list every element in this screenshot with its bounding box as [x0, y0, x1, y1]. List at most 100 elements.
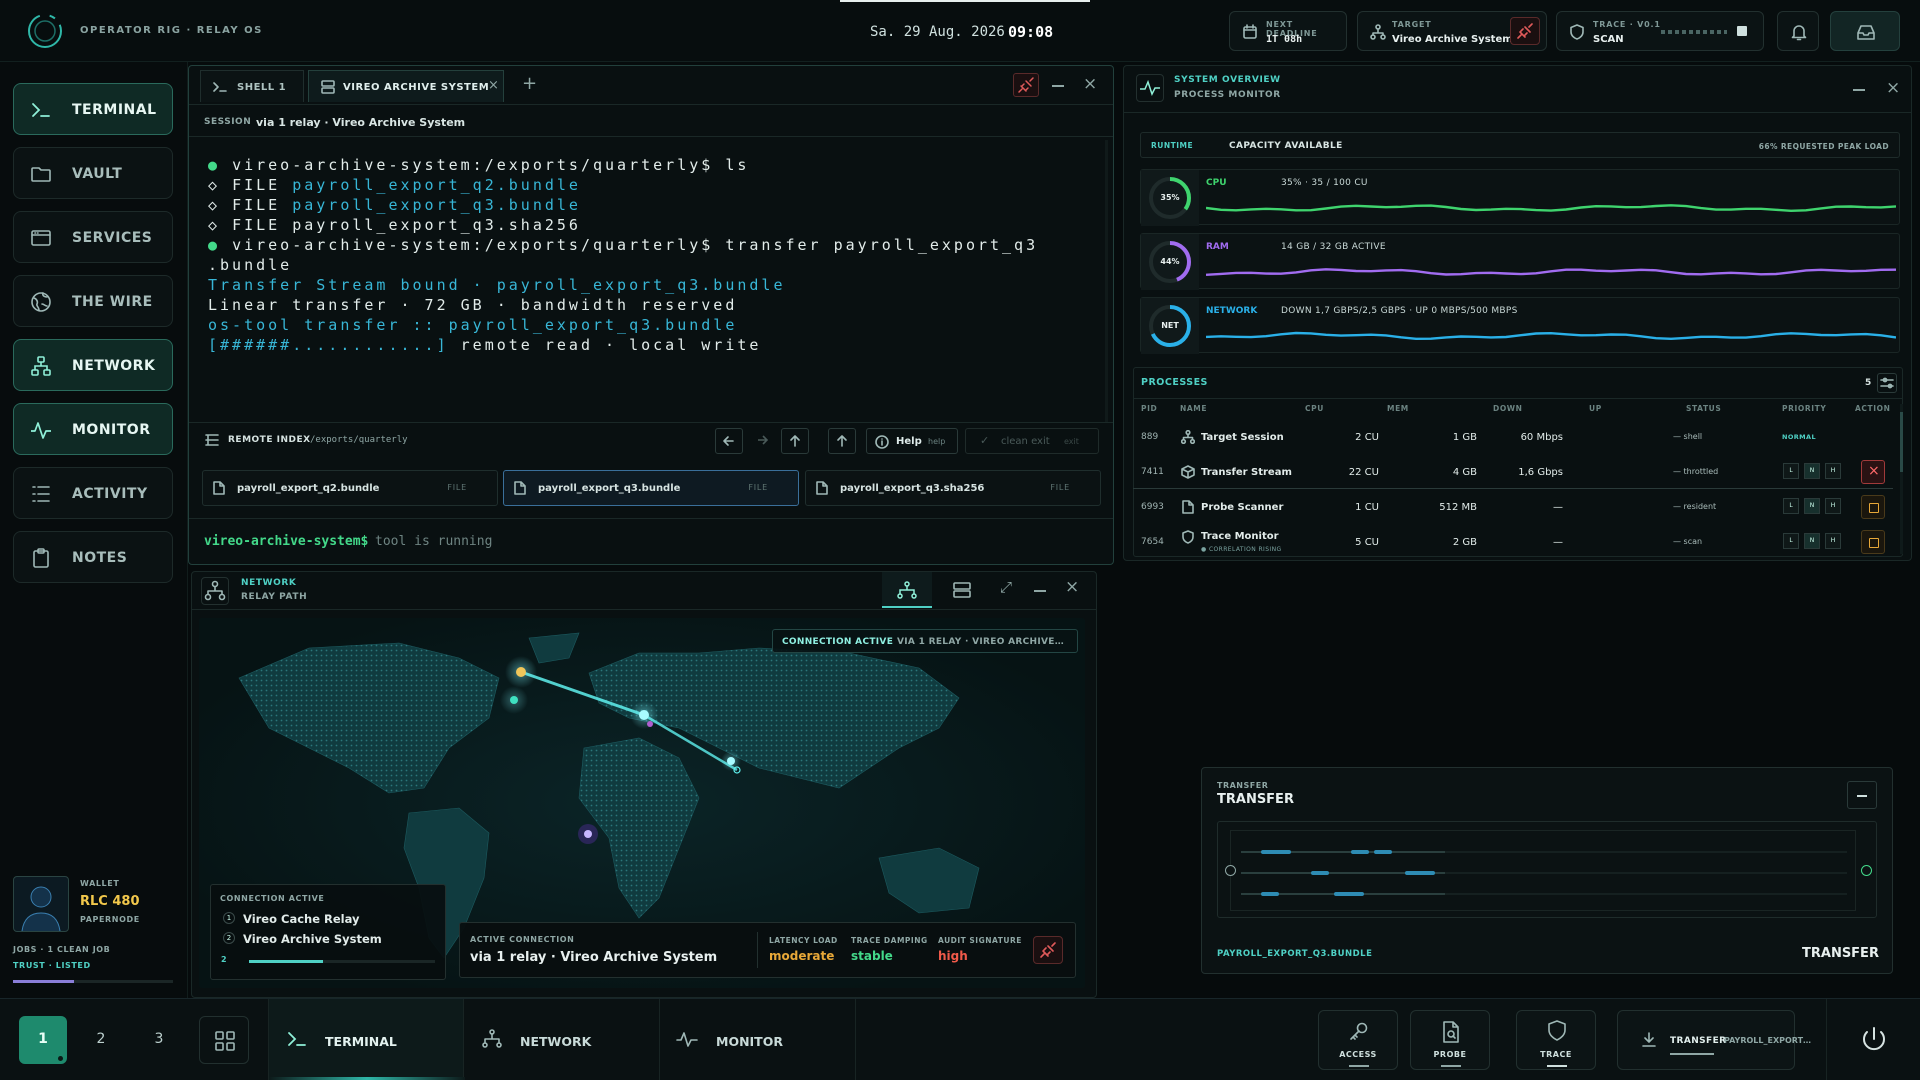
os-logo-icon [26, 12, 64, 50]
priority-l-button[interactable]: L [1783, 533, 1799, 549]
kill-process-button[interactable]: × [1861, 460, 1885, 484]
close-icon[interactable]: × [1083, 74, 1097, 94]
transfer-task-file: PAYROLL_EXPORT… [1724, 1036, 1812, 1045]
terminal-line: Linear transfer · 72 GB · bandwidth rese… [208, 296, 738, 314]
deadline-pill[interactable]: NEXT DEADLINE 1T 08h [1229, 11, 1347, 51]
priority-l-button[interactable]: L [1783, 463, 1799, 479]
tool-trace[interactable]: TRACE [1516, 1010, 1596, 1070]
scroll-thumb[interactable] [1900, 412, 1903, 472]
inbox-button[interactable] [1830, 11, 1900, 51]
remote-index-path: /exports/quarterly [310, 435, 408, 445]
tab-shell-1[interactable]: SHELL 1 [200, 70, 304, 102]
suspend-process-button[interactable] [1861, 530, 1885, 554]
terminal-input[interactable]: tool is running [375, 534, 492, 549]
process-row[interactable]: 7411 Transfer Stream 22 CU 4 GB 1,6 Gbps — th… [1133, 455, 1893, 489]
nav-monitor[interactable]: MONITOR [13, 403, 173, 455]
divider [189, 422, 1113, 423]
priority-h-button[interactable]: H [1825, 498, 1841, 514]
process-pid: 7411 [1141, 467, 1164, 477]
expand-icon[interactable]: ⤢ [1000, 578, 1012, 596]
help-button[interactable]: Help help [866, 428, 958, 454]
transfer-task-button[interactable]: TRANSFER PAYROLL_EXPORT… [1617, 1010, 1811, 1070]
session-value: via 1 relay · Vireo Archive System [256, 116, 466, 129]
tab-vireo-archive[interactable]: VIREO ARCHIVE SYSTEM × [308, 70, 504, 102]
transfer-minimize-button[interactable] [1847, 781, 1877, 809]
divider [192, 609, 1096, 610]
process-status: — scan [1673, 537, 1703, 546]
power-button[interactable] [1851, 1017, 1897, 1063]
priority-h-button[interactable]: H [1825, 533, 1841, 549]
nav-notes[interactable]: NOTES [13, 531, 173, 583]
close-tab-icon[interactable]: × [488, 78, 499, 93]
file-search-icon [1443, 1021, 1459, 1043]
tool-label: ACCESS [1339, 1050, 1377, 1059]
target-label: TARGET [1392, 20, 1432, 29]
wallet-label: WALLET [80, 879, 120, 888]
close-icon[interactable]: × [1886, 78, 1900, 98]
nav-activity[interactable]: ACTIVITY [13, 467, 173, 519]
minimize-icon[interactable] [1853, 89, 1865, 91]
app-grid-button[interactable] [199, 1016, 249, 1064]
nav-the-wire[interactable]: THE WIRE [13, 275, 173, 327]
process-row[interactable]: 7654 Trace Monitor 5 CU 2 GB — — scan ● CORREL… [1133, 525, 1893, 559]
nav-services[interactable]: SERVICES [13, 211, 173, 263]
tool-probe[interactable]: PROBE [1410, 1010, 1490, 1070]
transfer-action-button[interactable]: TRANSFER [1802, 946, 1879, 961]
gauge-ring-label: 44% [1160, 257, 1180, 266]
clean-exit-button[interactable]: ✓ clean exit exit [965, 428, 1099, 454]
file-item[interactable]: payroll_export_q3.bundle FILE [503, 470, 799, 506]
process-row[interactable]: 889 Target Session 2 CU 1 GB 60 Mbps — shell N… [1133, 420, 1893, 454]
task-terminal[interactable]: TERMINAL [268, 999, 465, 1080]
divider [189, 104, 1113, 105]
new-tab-button[interactable]: + [522, 73, 537, 94]
filter-button[interactable] [1877, 373, 1897, 393]
process-scrollbar[interactable] [1900, 404, 1903, 554]
minimize-icon[interactable] [1034, 590, 1046, 592]
system-title: SYSTEM OVERVIEW [1174, 75, 1281, 85]
disconnect-button[interactable] [1033, 936, 1063, 964]
gauge-ring: NET [1141, 298, 1199, 354]
terminal-line: ◇ FILE payroll_export_q2.bundle [208, 176, 581, 194]
transfer-small-label: TRANSFER [1217, 781, 1269, 790]
forward-button[interactable] [749, 428, 777, 454]
tool-access[interactable]: ACCESS [1318, 1010, 1398, 1070]
terminal-scrollbar[interactable] [1105, 140, 1108, 422]
minimize-icon[interactable] [1052, 85, 1064, 87]
tool-indicator [1441, 1065, 1461, 1067]
priority-n-button[interactable]: N [1804, 463, 1820, 479]
view-topology-button[interactable] [882, 572, 932, 608]
priority-n-button[interactable]: N [1804, 498, 1820, 514]
priority-n-button[interactable]: N [1804, 533, 1820, 549]
view-list-button[interactable] [938, 572, 986, 608]
workspace-3[interactable]: 3 [135, 1016, 183, 1064]
avatar[interactable] [13, 876, 69, 932]
terminal-disconnect-button[interactable] [1013, 73, 1039, 97]
stop-icon[interactable] [1737, 26, 1747, 36]
close-icon[interactable]: × [1065, 577, 1079, 597]
trace-pill[interactable]: TRACE · V0.1 SCAN [1556, 11, 1764, 51]
priority-l-button[interactable]: L [1783, 498, 1799, 514]
notifications-button[interactable] [1777, 11, 1819, 51]
task-network[interactable]: NETWORK [464, 999, 660, 1080]
nav-terminal[interactable]: TERMINAL [13, 83, 173, 135]
process-row[interactable]: 6993 Probe Scanner 1 CU 512 MB — — resident L N… [1133, 490, 1893, 524]
back-button[interactable] [715, 428, 743, 454]
suspend-process-button[interactable] [1861, 495, 1885, 519]
upload-button[interactable] [828, 428, 856, 454]
file-item[interactable]: payroll_export_q2.bundle FILE [202, 470, 498, 506]
workspace-2[interactable]: 2 [77, 1016, 125, 1064]
nav-vault[interactable]: VAULT [13, 147, 173, 199]
target-value: Vireo Archive System [1392, 34, 1513, 45]
disconnect-button[interactable] [1510, 17, 1540, 45]
priority-h-button[interactable]: H [1825, 463, 1841, 479]
workspace-1[interactable]: 1 [19, 1016, 67, 1064]
target-pill[interactable]: TARGET Vireo Archive System [1357, 11, 1547, 51]
process-name: Probe Scanner [1201, 502, 1284, 513]
clock: Sa. 29 Aug. 2026 09:08 [840, 0, 1090, 62]
up-button[interactable] [781, 428, 809, 454]
gauge-sparkline [1206, 331, 1896, 341]
nav-network[interactable]: NETWORK [13, 339, 173, 391]
task-monitor[interactable]: MONITOR [660, 999, 856, 1080]
file-item[interactable]: payroll_export_q3.sha256 FILE [805, 470, 1101, 506]
pulse-icon-box [1136, 74, 1164, 102]
